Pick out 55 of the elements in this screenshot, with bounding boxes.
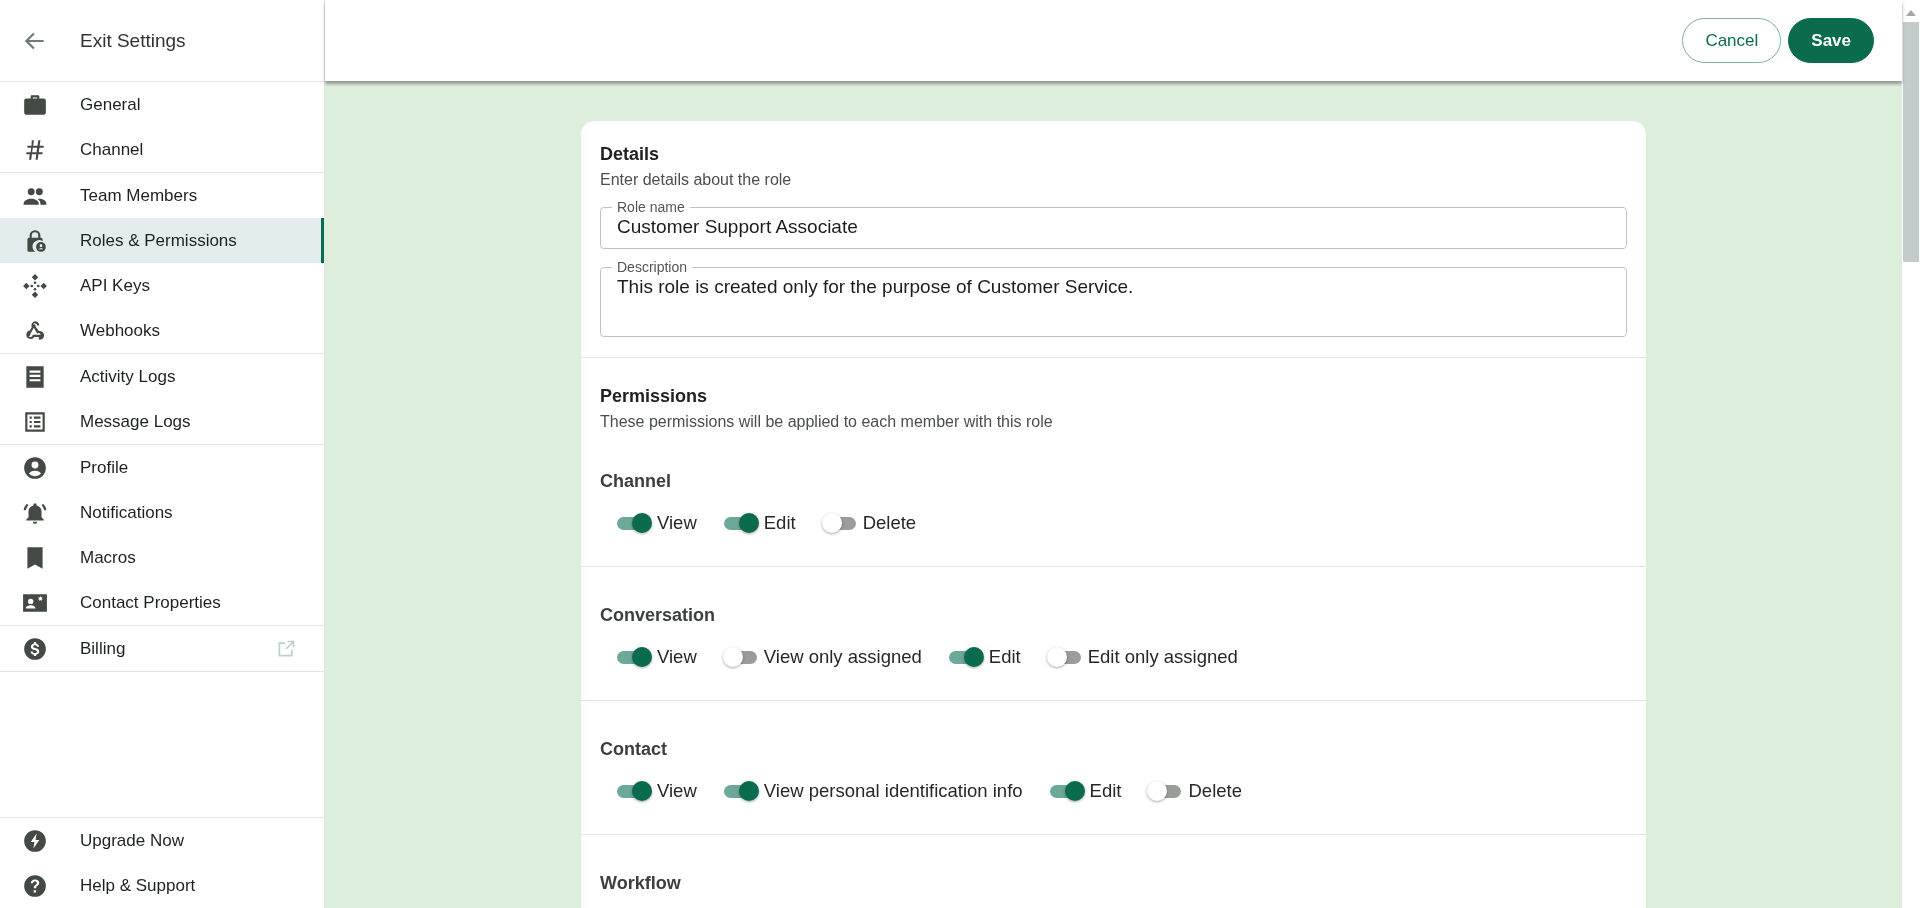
help-icon	[22, 872, 48, 899]
section-subtitle: Enter details about the role	[600, 171, 793, 189]
section-title: Permissions	[600, 386, 709, 407]
section-subtitle: These permissions will be applied to each member with this role	[600, 413, 1054, 431]
sidebar-item[interactable]: Billing	[0, 626, 324, 671]
toggle-label: Delete	[862, 512, 917, 534]
toggle-label: View	[657, 646, 697, 668]
description-field[interactable]: Description This role is created only for the purpose of Customer Service.	[600, 259, 1627, 337]
sidebar-item[interactable]: Upgrade Now	[0, 818, 324, 863]
sidebar-item[interactable]: Help & Support	[0, 863, 324, 908]
toggle-label: Edit	[763, 512, 796, 534]
sidebar-item[interactable]: Team Members	[0, 173, 324, 218]
section-title: Details	[600, 144, 661, 165]
permission-group-title: Contact	[600, 739, 668, 760]
sidebar-item[interactable]: Roles & Permissions	[0, 218, 324, 263]
toggle-label: Edit	[1089, 780, 1122, 802]
scrollbar-thumb[interactable]	[1903, 22, 1919, 262]
exit-settings-link[interactable]: Exit Settings	[0, 0, 324, 82]
lightning-icon	[22, 827, 48, 854]
toggle-switch[interactable]	[1046, 646, 1083, 668]
role-name-field[interactable]: Role name Customer Support Associate	[600, 199, 1627, 249]
sidebar-item[interactable]: Macros	[0, 535, 324, 580]
toggle-label: Delete	[1188, 780, 1242, 802]
toggle-switch[interactable]	[722, 780, 759, 802]
toggle-label: Edit	[988, 646, 1021, 668]
cancel-button[interactable]: Cancel	[1682, 18, 1782, 63]
toggle-label: View	[657, 780, 697, 802]
sidebar-item[interactable]: Message Logs	[0, 399, 324, 444]
toggle-switch[interactable]	[722, 512, 759, 534]
toggle-switch[interactable]	[1048, 780, 1085, 802]
toggle-switch[interactable]	[947, 646, 984, 668]
diamond-dots-icon	[22, 272, 48, 299]
toggle-switch[interactable]	[616, 646, 652, 668]
dollar-icon	[22, 635, 48, 662]
sidebar-item[interactable]: Notifications	[0, 490, 324, 535]
sidebar-item[interactable]: API Keys	[0, 263, 324, 308]
sidebar-item[interactable]: Channel	[0, 127, 324, 172]
permission-group-title: Conversation	[600, 605, 717, 626]
toggle-label: View	[657, 512, 697, 534]
toggle-label: View personal identification info	[763, 780, 1023, 802]
permission-group-title: Channel	[600, 471, 672, 492]
toggle-switch[interactable]	[722, 646, 759, 668]
sidebar-item[interactable]: Profile	[0, 445, 324, 490]
sidebar-item[interactable]: General	[0, 82, 324, 127]
sidebar-item[interactable]: Contact Properties	[0, 580, 324, 625]
sidebar-item[interactable]: Webhooks	[0, 308, 324, 353]
toggle-label: View only assigned	[763, 646, 922, 668]
scroll-up-icon	[1906, 10, 1916, 16]
permission-group-title: Workflow	[600, 873, 682, 894]
toggle-label: Edit only assigned	[1087, 646, 1238, 668]
toggle-switch[interactable]	[821, 512, 858, 534]
toggle-switch[interactable]	[616, 512, 652, 534]
save-button[interactable]: Save	[1788, 18, 1874, 63]
sidebar-item[interactable]: Activity Logs	[0, 354, 324, 399]
toggle-switch[interactable]	[616, 780, 652, 802]
